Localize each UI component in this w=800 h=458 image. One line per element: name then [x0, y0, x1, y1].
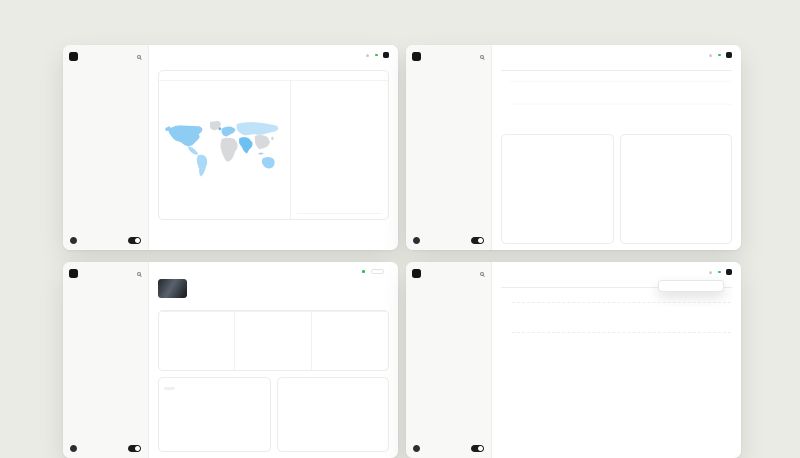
globe-icon: ⊕ — [709, 53, 713, 58]
online-status — [718, 271, 722, 274]
traffic-chart-svg — [510, 76, 732, 128]
theme-toggle[interactable] — [471, 445, 484, 452]
top-newsletters-panel — [501, 358, 732, 452]
sidebar — [406, 262, 492, 458]
account-avatar[interactable] — [383, 52, 389, 58]
online-dot — [375, 54, 378, 57]
search-icon[interactable] — [137, 272, 141, 276]
click-rate-donut-chart — [332, 323, 368, 359]
sidebar-item-posts[interactable] — [412, 291, 485, 296]
theme-toggle[interactable] — [128, 237, 141, 244]
sidebar-item-posts[interactable] — [69, 74, 142, 79]
search-icon[interactable] — [137, 55, 141, 59]
account-avatar[interactable] — [726, 269, 732, 275]
open-rate-donut-chart — [255, 323, 291, 359]
chart-tooltip — [658, 280, 724, 292]
user-avatar[interactable] — [413, 445, 420, 452]
share-button[interactable] — [371, 269, 384, 274]
countries-table — [290, 81, 388, 219]
globe-icon: ⊕ — [709, 270, 713, 275]
sidebar-item-posts[interactable] — [69, 291, 142, 296]
online-dot — [362, 270, 365, 273]
feedback-panel — [158, 377, 271, 452]
post-thumbnail — [158, 279, 187, 298]
top-sources-panel — [620, 134, 733, 244]
site-link[interactable]: ⊕ — [709, 270, 714, 275]
sidebar — [406, 45, 492, 250]
sidebar — [63, 45, 149, 250]
breadcrumb — [158, 269, 389, 274]
online-dot — [718, 54, 721, 57]
top-content-panel — [501, 134, 614, 244]
traffic-chart — [501, 76, 732, 128]
newsletter-metrics-panel — [158, 310, 389, 371]
globe-icon: ⊕ — [366, 53, 370, 58]
publication-logo — [69, 269, 78, 278]
delivered-donut-chart — [179, 323, 215, 359]
online-dot — [718, 271, 721, 274]
open-rate-bar-chart — [501, 293, 732, 349]
user-avatar[interactable] — [413, 237, 420, 244]
publication-logo — [412, 269, 421, 278]
online-status — [375, 54, 379, 57]
top-locations-panel — [158, 70, 389, 220]
publication-logo — [69, 52, 78, 61]
user-avatar[interactable] — [70, 237, 77, 244]
dashboard-post-analytics — [63, 262, 398, 458]
more-like-this-pill[interactable] — [164, 387, 175, 390]
traffic-stats — [501, 70, 732, 71]
theme-toggle[interactable] — [471, 237, 484, 244]
sidebar-item-posts[interactable] — [412, 74, 485, 79]
theme-toggle[interactable] — [128, 445, 141, 452]
account-avatar[interactable] — [726, 52, 732, 58]
newsletter-clicks-panel — [277, 377, 390, 452]
dashboard-locations: ⊕ — [63, 45, 398, 250]
online-status — [362, 270, 366, 273]
site-link[interactable]: ⊕ — [709, 53, 714, 58]
publication-logo — [412, 52, 421, 61]
user-avatar[interactable] — [70, 445, 77, 452]
search-icon[interactable] — [480, 272, 484, 276]
site-link[interactable]: ⊕ — [366, 53, 371, 58]
world-map — [159, 81, 290, 219]
sidebar — [63, 262, 149, 458]
dashboard-web-traffic: ⊕ — [406, 45, 741, 250]
search-icon[interactable] — [480, 55, 484, 59]
dashboard-newsletters: ⊕ — [406, 262, 741, 458]
online-status — [718, 54, 722, 57]
